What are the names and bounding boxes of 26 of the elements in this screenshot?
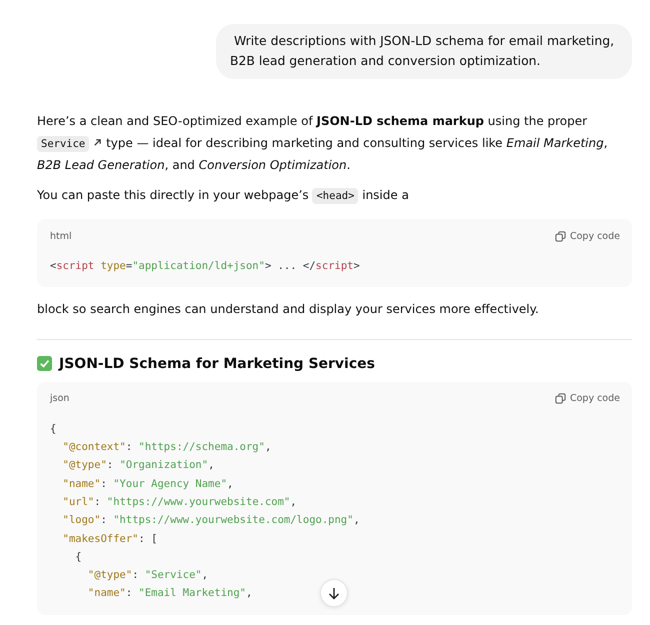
code-line: "@type": "Organization", [62,458,214,474]
code-line: "makesOffer": [ [62,532,158,547]
code-language: json [50,393,70,404]
copy-code-button[interactable]: Copy code [554,230,620,242]
code-line: "@type": "Service", [86,568,208,584]
code-language: html [50,230,72,242]
code-line: { [50,422,56,437]
paragraph: block so search engines can understand and display your services more effectively. [37,301,540,318]
copy-icon [554,393,566,404]
code-line: "@context": "https://schema.org", [62,440,272,456]
inline-code: <head> [312,188,358,204]
paragraph: Here’s a clean and SEO-optimized example of JSON-LD schema markup using the proper Service type — ideal for describing marketing and consulting services like Email Marketing, B2B Lead Generation, and Conversion Optimization. [37,113,609,174]
code-line: { [74,550,82,565]
code-line: "url": "https://www.yourwebsite.com", [62,494,297,510]
user-message: Write descriptions with JSON-LD schema for email marketing, B2B lead generation and conversion optimization. [216,24,632,79]
paragraph: You can paste this directly in your webpage’s <head> inside a [37,186,410,206]
code-line: "name": "Your Agency Name", [62,476,234,492]
down-arrow-icon [328,586,340,600]
copy-code-button[interactable]: Copy code [554,393,620,404]
check-icon [37,356,52,372]
copy-icon [554,230,566,242]
code-line: "logo": "https://www.yourwebsite.com/logo.png", [62,513,360,528]
section-heading: JSON-LD Schema for Marketing Services [59,356,375,372]
code-line: "name": "Email Marketing", [86,586,252,602]
external-link-icon [93,138,102,146]
code-line: <script type="application/ld+json"> ... </script> [50,259,360,274]
